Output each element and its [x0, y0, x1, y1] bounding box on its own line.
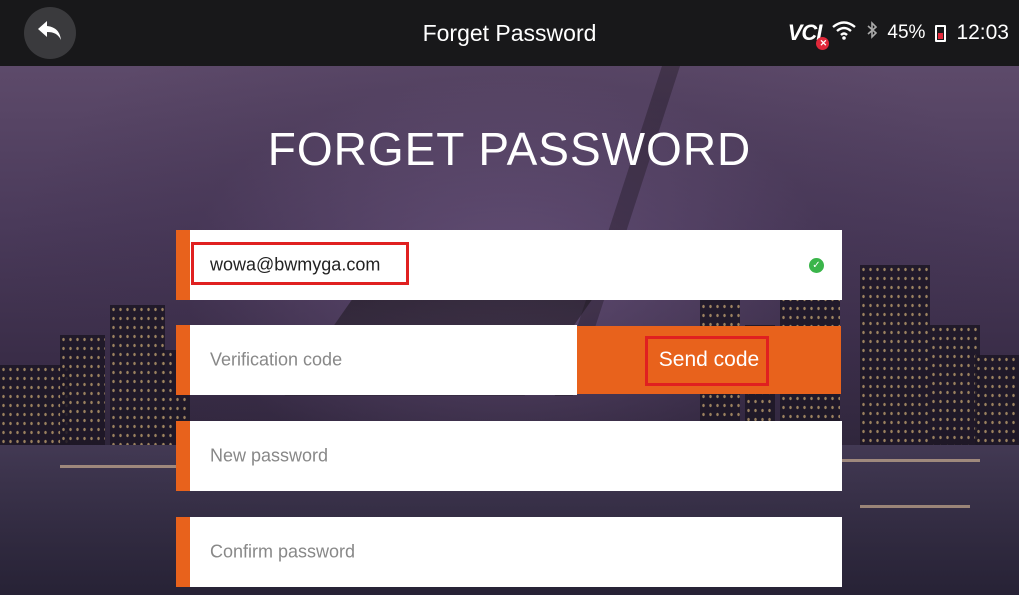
battery-percent: 45% — [887, 22, 926, 43]
battery-icon — [935, 24, 947, 42]
status-bar: VCI ✕ 45% 12:03 — [788, 20, 1009, 50]
clock: 12:03 — [956, 21, 1009, 44]
new-password-placeholder: New password — [210, 445, 329, 466]
page-heading: FORGET PASSWORD — [267, 123, 752, 175]
verification-code-field[interactable]: Verification code — [176, 325, 577, 395]
verification-code-placeholder: Verification code — [210, 349, 343, 370]
confirm-password-field[interactable]: Confirm password — [176, 517, 842, 587]
top-bar: Forget Password VCI ✕ 45% 12:03 — [0, 0, 1019, 66]
vci-error-icon: ✕ — [816, 37, 830, 50]
email-highlight-box — [191, 242, 409, 285]
send-code-highlight-box — [645, 336, 769, 386]
confirm-password-placeholder: Confirm password — [210, 541, 356, 562]
valid-check-icon: ✓ — [809, 258, 824, 273]
new-password-field[interactable]: New password — [176, 421, 842, 491]
bluetooth-icon — [867, 21, 878, 45]
wifi-icon — [831, 20, 857, 46]
vci-status: VCI ✕ — [788, 20, 830, 50]
